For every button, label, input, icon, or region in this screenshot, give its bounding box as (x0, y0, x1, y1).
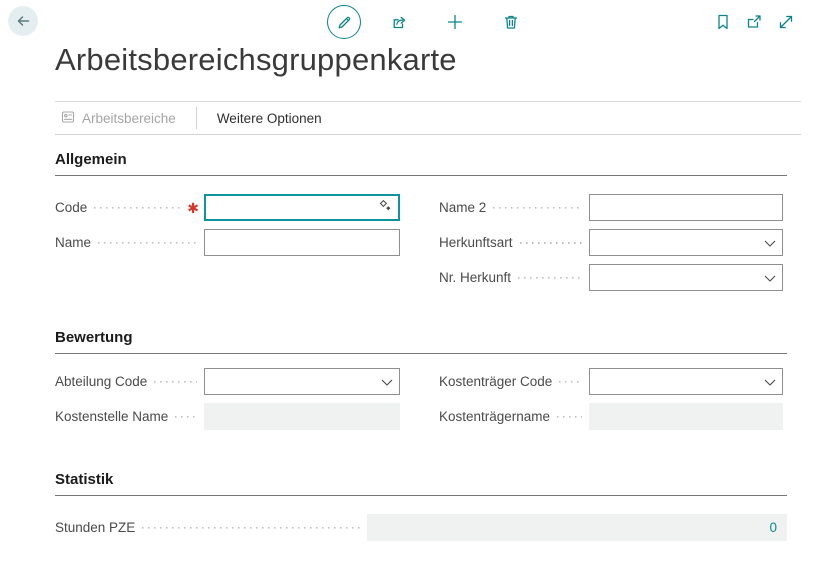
field-name: Name (55, 229, 400, 256)
plus-icon (446, 13, 464, 31)
nr-herkunft-dropdown[interactable] (589, 264, 783, 291)
menu-item-weitere-optionen[interactable]: Weitere Optionen (211, 111, 328, 126)
chevron-down-icon (764, 234, 776, 252)
menu-divider (195, 107, 197, 129)
stunden-pze-field: 0 (367, 514, 787, 541)
abteilung-code-dropdown[interactable] (204, 368, 400, 395)
field-label: Abteilung Code (55, 374, 148, 389)
dotted-leader (518, 277, 582, 279)
kostentraegername-field (589, 403, 783, 430)
field-label: Name 2 (439, 200, 487, 215)
menu-item-label: Weitere Optionen (216, 110, 322, 126)
section-allgemein: Allgemein Code ✱ Name Name 2 Herkunftsar… (55, 151, 787, 299)
field-stunden-pze: Stunden PZE 0 (55, 514, 787, 541)
herkunftsart-dropdown[interactable] (589, 229, 783, 256)
menu-item-arbeitsbereiche[interactable]: Arbeitsbereiche (55, 110, 182, 127)
chevron-down-icon (764, 269, 776, 287)
section-title: Bewertung (55, 329, 787, 354)
field-nr-herkunft: Nr. Herkunft (439, 264, 783, 291)
name-input[interactable] (205, 230, 399, 255)
stunden-pze-value[interactable]: 0 (769, 520, 777, 535)
popout-button[interactable] (745, 13, 763, 31)
workspaces-icon (61, 110, 75, 127)
field-kostentraeger-code: Kostenträger Code (439, 368, 783, 395)
workspace-group-card-page: Arbeitsbereichsgruppenkarte Arbeitsberei… (0, 0, 821, 573)
bookmark-button[interactable] (714, 13, 732, 31)
field-label: Nr. Herkunft (439, 270, 512, 285)
dotted-leader (94, 207, 181, 209)
field-kostentraegername: Kostenträgername (439, 403, 783, 430)
back-button[interactable] (8, 6, 38, 36)
dotted-leader (175, 416, 197, 418)
name2-input[interactable] (590, 195, 782, 220)
field-herkunftsart: Herkunftsart (439, 229, 783, 256)
required-marker: ✱ (187, 199, 199, 216)
field-code: Code ✱ (55, 194, 400, 221)
pencil-icon (336, 14, 353, 31)
dotted-leader (98, 242, 197, 244)
dotted-leader (559, 381, 582, 383)
kostentraeger-code-dropdown[interactable] (589, 368, 783, 395)
edit-button[interactable] (327, 5, 361, 39)
section-statistik: Statistik Stunden PZE 0 (55, 471, 787, 549)
field-abteilung-code: Abteilung Code (55, 368, 400, 395)
share-icon (390, 13, 408, 31)
dotted-leader (557, 416, 582, 418)
trash-icon (502, 13, 520, 31)
dotted-leader (154, 381, 197, 383)
field-label: Name (55, 235, 92, 250)
bookmark-icon (714, 13, 732, 31)
dotted-leader (493, 207, 582, 209)
field-label: Kostenträgername (439, 409, 551, 424)
field-name2: Name 2 (439, 194, 783, 221)
field-label: Code (55, 200, 88, 215)
dotted-leader (519, 242, 582, 244)
chevron-down-icon (764, 373, 776, 391)
chevron-down-icon (381, 373, 393, 391)
share-button[interactable] (390, 13, 408, 31)
kostenstelle-name-field (204, 403, 400, 430)
field-label: Stunden PZE (55, 520, 136, 535)
field-kostenstelle-name: Kostenstelle Name (55, 403, 400, 430)
code-input[interactable] (206, 196, 398, 219)
field-label: Kostenstelle Name (55, 409, 169, 424)
menu-item-label: Arbeitsbereiche (82, 110, 176, 126)
section-bewertung: Bewertung Abteilung Code Kostenstelle Na… (55, 329, 787, 438)
section-title: Allgemein (55, 151, 787, 176)
field-label: Herkunftsart (439, 235, 513, 250)
action-menubar: Arbeitsbereiche Weitere Optionen (55, 101, 801, 135)
new-button[interactable] (446, 13, 464, 31)
popout-icon (745, 13, 763, 31)
delete-button[interactable] (502, 13, 520, 31)
expand-button[interactable] (777, 13, 795, 31)
arrow-left-icon (13, 11, 33, 31)
dotted-leader (142, 527, 360, 529)
section-title: Statistik (55, 471, 787, 496)
expand-icon (777, 13, 795, 31)
page-title: Arbeitsbereichsgruppenkarte (55, 42, 457, 77)
field-label: Kostenträger Code (439, 374, 553, 389)
